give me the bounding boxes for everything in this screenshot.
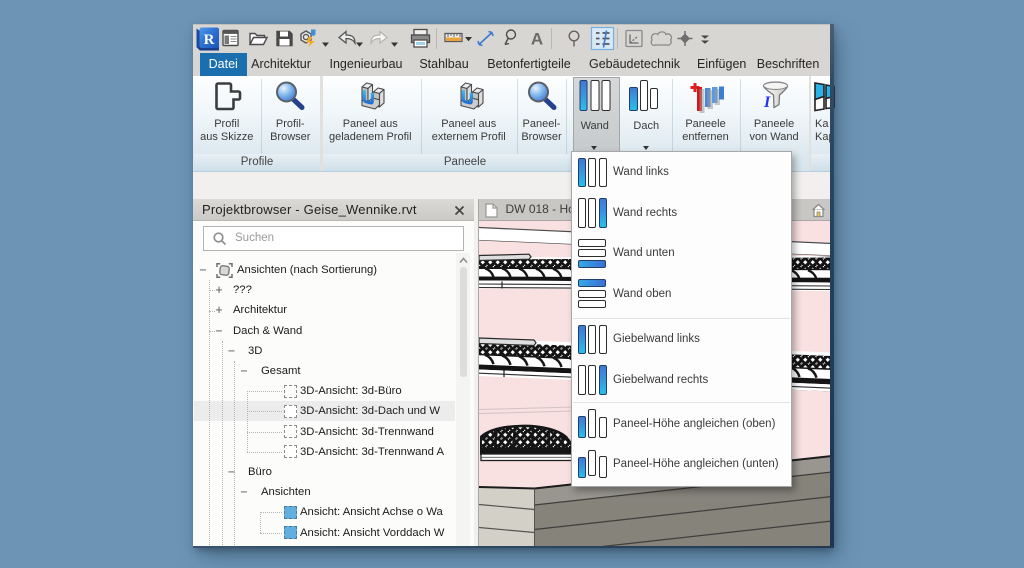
svg-text:R: R (204, 32, 215, 48)
svg-text:I: I (763, 94, 771, 111)
svg-text:A: A (531, 30, 543, 49)
